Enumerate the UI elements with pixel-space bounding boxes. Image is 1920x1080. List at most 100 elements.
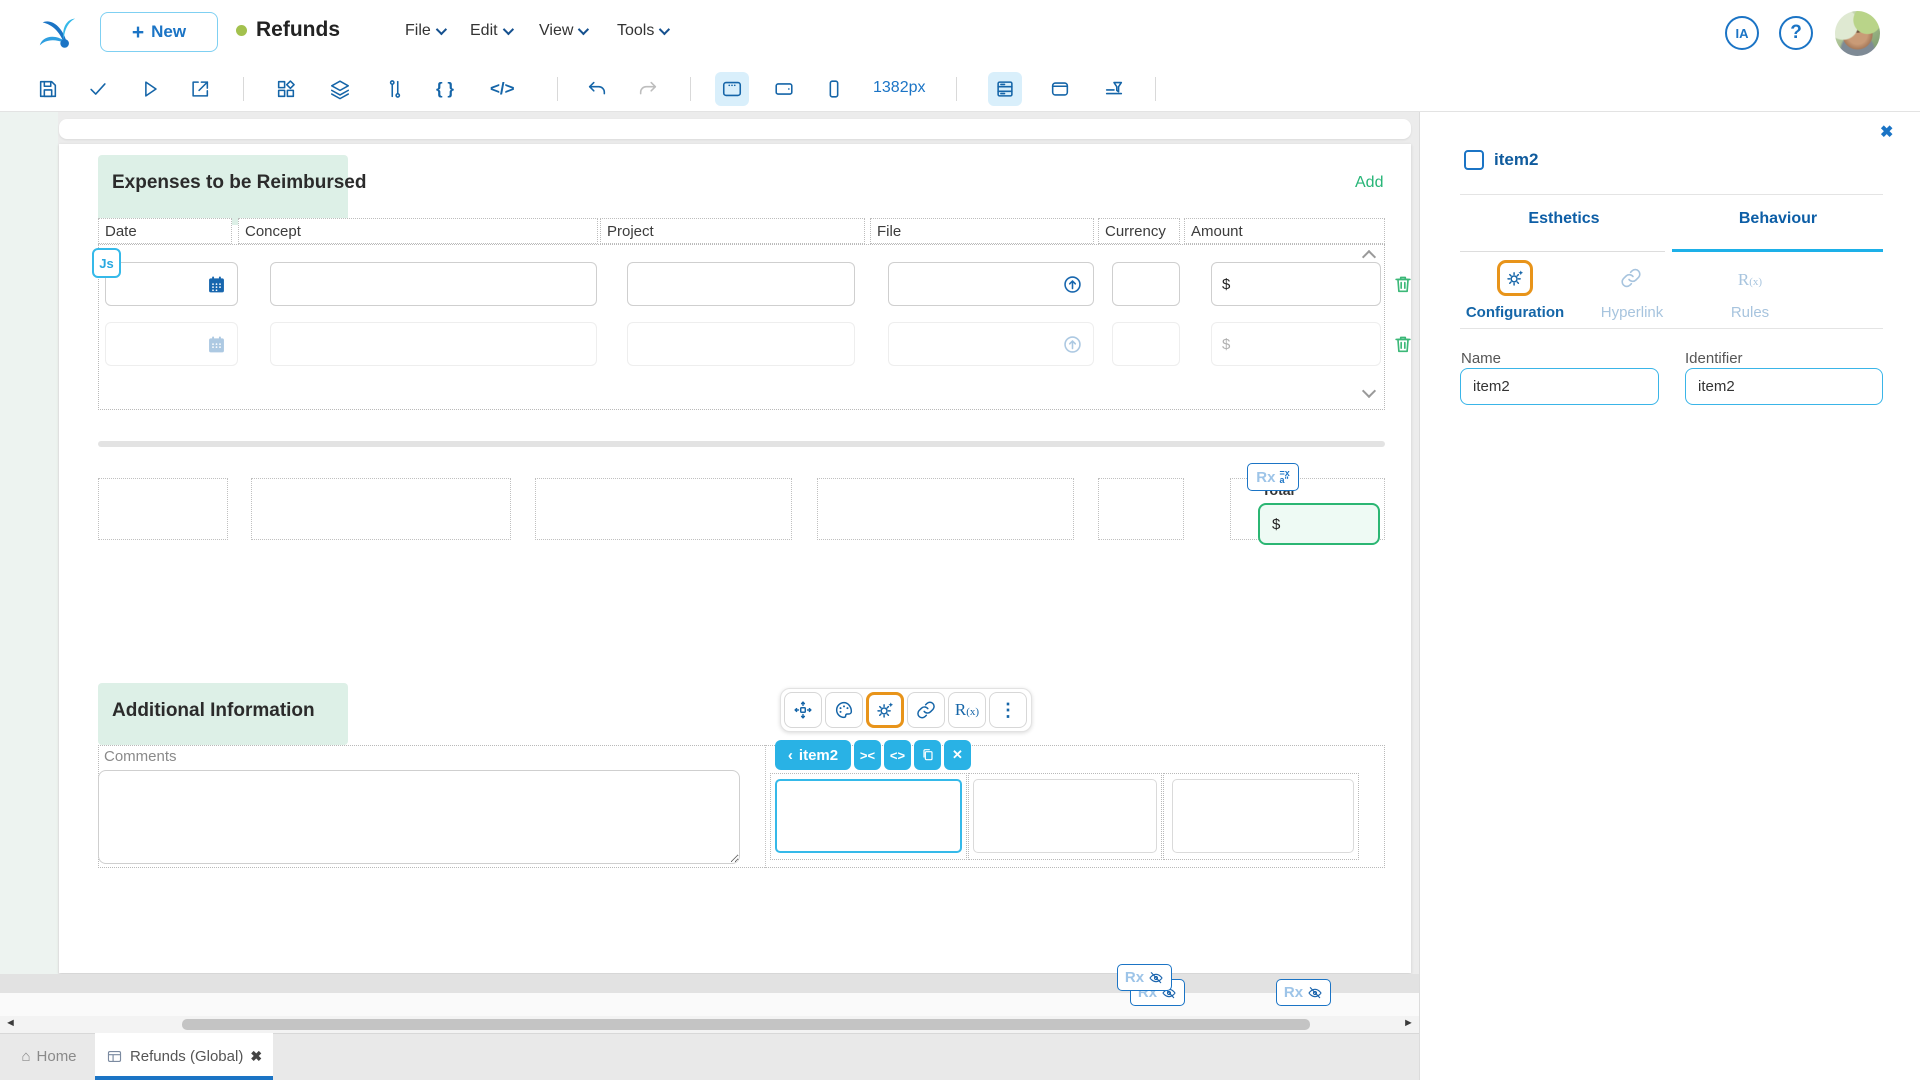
user-avatar[interactable] (1835, 11, 1880, 56)
help-button[interactable]: ? (1779, 16, 1813, 50)
selected-widget-button[interactable]: ‹ item2 (775, 740, 851, 770)
chevron-left-icon: ‹ (788, 747, 793, 764)
scroll-up-icon[interactable] (1364, 248, 1380, 258)
menu-tools[interactable]: Tools (617, 22, 667, 40)
rx-label: Rx (1284, 984, 1303, 1001)
empty-widget-box[interactable] (973, 779, 1157, 853)
menu-file[interactable]: File (405, 22, 444, 40)
project-input[interactable] (627, 322, 855, 366)
name-input[interactable] (1460, 368, 1659, 405)
style-palette-button[interactable] (825, 692, 863, 728)
subtab-rules[interactable]: Rules (1700, 304, 1800, 321)
subtab-hyperlink[interactable]: Hyperlink (1582, 304, 1682, 321)
menu-view[interactable]: View (539, 22, 586, 40)
file-input[interactable] (888, 322, 1094, 366)
project-input[interactable] (627, 262, 855, 306)
concept-input[interactable] (270, 322, 597, 366)
amount-input[interactable]: $ (1211, 262, 1381, 306)
subtab-configuration[interactable]: Configuration (1453, 304, 1577, 321)
item2-widget-box[interactable] (775, 779, 962, 853)
layers-icon[interactable] (323, 72, 357, 106)
new-button[interactable]: + New (100, 12, 218, 52)
phone-view-icon[interactable] (817, 72, 851, 106)
tablet-view-icon[interactable] (767, 72, 801, 106)
grid-cell[interactable] (251, 478, 511, 540)
delete-row-icon[interactable] (1392, 272, 1414, 298)
rules-rx-button[interactable]: R(x) (948, 692, 986, 728)
hidden-field-rx-badge[interactable]: Rx (1276, 979, 1331, 1006)
window-icon[interactable] (1043, 72, 1077, 106)
scroll-right-arrow[interactable]: ► (1403, 1017, 1414, 1029)
undo-icon[interactable] (580, 72, 614, 106)
item-checkbox[interactable] (1464, 150, 1484, 170)
code-glyph: </> (490, 79, 515, 99)
duplicate-widget-button[interactable] (914, 740, 941, 770)
configuration-gear-icon[interactable] (1497, 260, 1533, 296)
grid-cell[interactable] (817, 478, 1074, 540)
grid-cell[interactable] (1098, 478, 1184, 540)
export-icon[interactable] (183, 72, 217, 106)
scroll-left-arrow[interactable]: ◄ (5, 1017, 16, 1029)
comments-textarea[interactable] (98, 770, 740, 864)
calendar-icon[interactable] (206, 274, 227, 295)
ia-badge[interactable]: IA (1725, 16, 1759, 50)
funnel-align-icon[interactable] (1097, 72, 1131, 106)
form-layout-icon[interactable] (988, 72, 1022, 106)
concept-input[interactable] (270, 262, 597, 306)
design-canvas: Expenses to be Reimbursed Add Date Conce… (0, 112, 1419, 1080)
configuration-gear-button[interactable] (866, 692, 904, 728)
widgets-grid-icon[interactable] (269, 72, 303, 106)
play-preview-icon[interactable] (133, 72, 167, 106)
date-input[interactable] (105, 322, 238, 366)
tab-close-icon[interactable]: ✖ (250, 1048, 262, 1065)
column-header-currency: Currency (1098, 218, 1180, 244)
validate-check-icon[interactable] (81, 72, 115, 106)
desktop-view-icon[interactable] (715, 72, 749, 106)
grid-cell[interactable] (98, 478, 228, 540)
page-above-fragment (59, 119, 1411, 139)
amount-input[interactable]: $ (1211, 322, 1381, 366)
empty-widget-box[interactable] (1172, 779, 1354, 853)
braces-icon[interactable]: { } (436, 72, 454, 106)
tab-refunds-global[interactable]: Refunds (Global) ✖ (95, 1033, 273, 1080)
delete-widget-button[interactable]: ✕ (944, 740, 971, 770)
panel-close-icon[interactable]: ✖ (1880, 122, 1893, 142)
app-logo[interactable] (36, 11, 78, 58)
collapse-widget-button[interactable]: >< (854, 740, 881, 770)
more-options-button[interactable]: ⋮ (989, 692, 1027, 728)
grid-cell[interactable] (535, 478, 792, 540)
code-widget-button[interactable]: <> (884, 740, 911, 770)
chevron-down-icon (502, 24, 513, 35)
hyperlink-button[interactable] (907, 692, 945, 728)
file-input[interactable] (888, 262, 1094, 306)
add-row-link[interactable]: Add (1355, 174, 1383, 192)
upload-icon[interactable] (1062, 274, 1083, 295)
menu-edit[interactable]: Edit (470, 22, 511, 40)
currency-input[interactable] (1112, 262, 1180, 306)
column-header-concept: Concept (238, 218, 598, 244)
code-icon[interactable]: </> (490, 72, 515, 106)
scrollbar-thumb[interactable] (182, 1019, 1310, 1030)
rules-rx-icon[interactable]: R(x) (1728, 270, 1772, 290)
scroll-down-icon[interactable] (1364, 386, 1380, 396)
tab-esthetics[interactable]: Esthetics (1484, 210, 1644, 228)
chevron-down-icon (436, 24, 447, 35)
canvas-lower-area (0, 993, 1419, 1016)
formula-rx-badge[interactable]: Rx =xa" (1247, 463, 1299, 491)
hyperlink-icon[interactable] (1619, 266, 1643, 295)
move-widget-button[interactable] (784, 692, 822, 728)
js-script-badge[interactable]: Js (92, 248, 121, 278)
delete-row-icon[interactable] (1392, 332, 1414, 358)
save-icon[interactable] (31, 72, 65, 106)
tab-behaviour[interactable]: Behaviour (1688, 210, 1868, 228)
flow-connections-icon[interactable] (378, 72, 412, 106)
tab-home[interactable]: ⌂ Home (10, 1033, 88, 1080)
currency-symbol: $ (1272, 516, 1280, 533)
toolbar-divider (1155, 77, 1156, 101)
total-input[interactable]: $ (1258, 503, 1380, 545)
identifier-input[interactable] (1685, 368, 1883, 405)
redo-icon[interactable] (631, 72, 665, 106)
date-input[interactable] (105, 262, 238, 306)
currency-input[interactable] (1112, 322, 1180, 366)
hidden-field-rx-badge[interactable]: Rx (1117, 964, 1172, 991)
